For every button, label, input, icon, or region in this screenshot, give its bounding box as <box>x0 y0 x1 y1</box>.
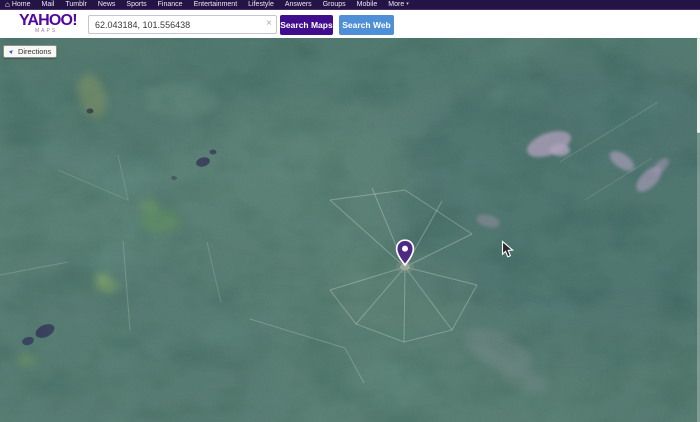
nav-item-more[interactable]: More ▾ <box>388 0 408 9</box>
nav-item-tumblr[interactable]: Tumblr <box>65 0 87 9</box>
nav-item-answers[interactable]: Answers <box>285 0 312 9</box>
yahoo-maps-logo[interactable]: YAHOO! MAPS <box>19 12 83 34</box>
nav-item-more-label: More <box>388 0 404 9</box>
yahoo-maps-app: ⌂ Home Mail Tumblr News Sports Finance E… <box>0 0 700 422</box>
satellite-imagery <box>0 38 700 422</box>
header: YAHOO! MAPS × Search Maps Search Web <box>0 10 700 38</box>
location-pin[interactable] <box>395 239 415 267</box>
nav-item-news[interactable]: News <box>98 0 116 9</box>
search-web-button[interactable]: Search Web <box>339 15 394 35</box>
nav-item-entertainment[interactable]: Entertainment <box>194 0 238 9</box>
nav-item-groups[interactable]: Groups <box>323 0 346 9</box>
nav-item-mobile[interactable]: Mobile <box>357 0 378 9</box>
yahoo-logo-text: YAHOO! <box>19 12 83 29</box>
search-field-wrap: × <box>88 15 277 34</box>
search-input[interactable] <box>88 15 277 34</box>
map-canvas[interactable]: ► Directions <box>0 38 700 422</box>
nav-item-home-label: Home <box>12 0 31 9</box>
clear-icon[interactable]: × <box>266 18 272 30</box>
nav-item-mail[interactable]: Mail <box>42 0 55 9</box>
directions-icon: ► <box>8 47 16 55</box>
nav-item-sports[interactable]: Sports <box>126 0 146 9</box>
directions-button[interactable]: ► Directions <box>3 45 57 58</box>
search-maps-button[interactable]: Search Maps <box>280 15 333 35</box>
home-icon: ⌂ <box>5 1 10 9</box>
chevron-down-icon: ▾ <box>406 2 409 7</box>
nav-item-home[interactable]: ⌂ Home <box>5 0 31 9</box>
top-nav: ⌂ Home Mail Tumblr News Sports Finance E… <box>0 0 700 10</box>
directions-label: Directions <box>18 47 51 56</box>
nav-item-lifestyle[interactable]: Lifestyle <box>248 0 274 9</box>
nav-item-finance[interactable]: Finance <box>158 0 183 9</box>
